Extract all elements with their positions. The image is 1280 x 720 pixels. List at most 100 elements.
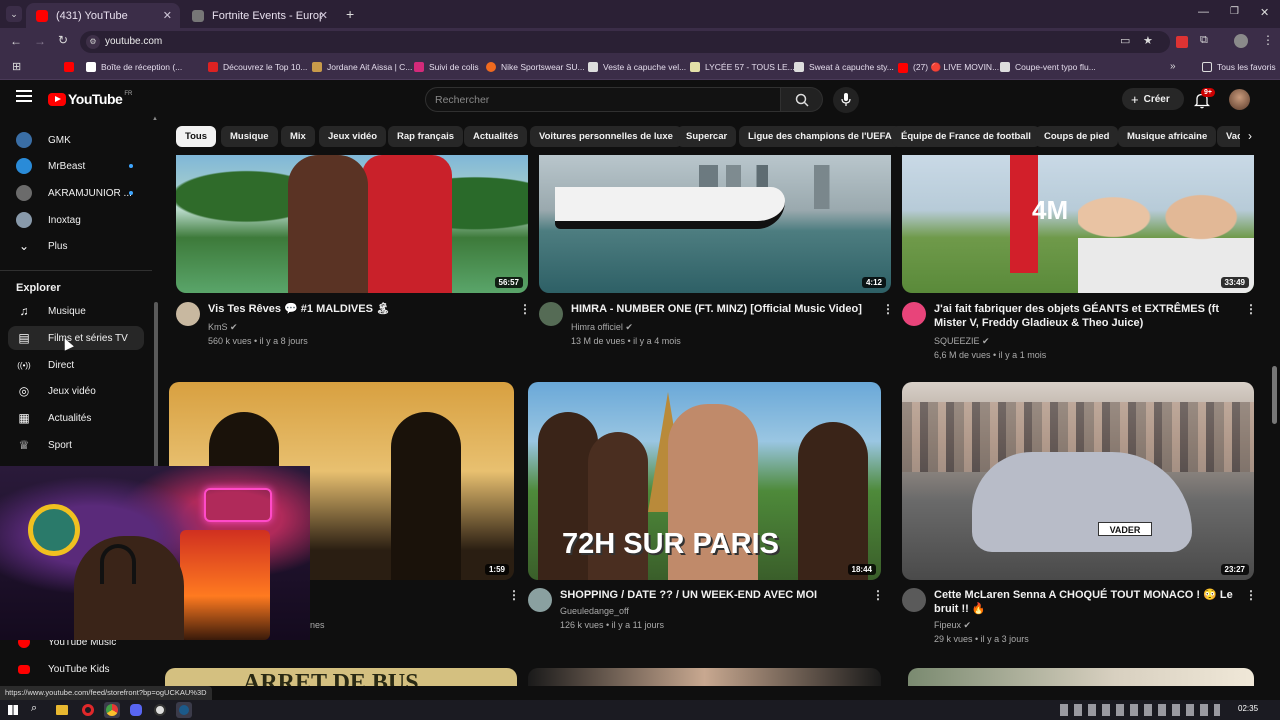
chip[interactable]: Musique	[221, 126, 278, 147]
file-explorer-icon[interactable]	[56, 705, 68, 715]
opera-icon[interactable]	[82, 704, 94, 716]
video-title[interactable]: Cette McLaren Senna A CHOQUÉ TOUT MONACO…	[934, 588, 1239, 616]
video-title[interactable]: HIMRA - NUMBER ONE (FT. MINZ) [Official …	[571, 302, 871, 316]
close-tab-icon[interactable]: ✕	[163, 9, 172, 22]
bookmark-item[interactable]: Coupe-vent typo flu...	[1000, 62, 1096, 72]
browser-menu-icon[interactable]: ⋮	[1262, 33, 1274, 47]
sidebar-item-news[interactable]: ▦ Actualités	[8, 406, 144, 430]
more-actions-icon[interactable]: ⋮	[1245, 302, 1257, 316]
sidebar-item-youtube-kids[interactable]: YouTube Kids	[8, 657, 144, 681]
channel-name[interactable]: Fipeux ✔	[934, 618, 971, 632]
chip[interactable]: Mix	[281, 126, 315, 147]
notifications-button[interactable]: 9+	[1192, 88, 1215, 110]
sidebar-item-music[interactable]: ♫ Musique	[8, 299, 144, 323]
restore-window-icon[interactable]: ❐	[1230, 6, 1239, 17]
reload-icon[interactable]: ↻	[58, 33, 68, 47]
account-avatar[interactable]	[1229, 89, 1250, 110]
chips-next-button[interactable]: ›	[1240, 126, 1260, 147]
chip[interactable]: Voitures personnelles de luxe	[530, 126, 682, 147]
chip[interactable]: Jeux vidéo	[319, 126, 387, 147]
channel-avatar[interactable]	[902, 588, 926, 612]
youtube-logo[interactable]: YouTube FR	[48, 91, 132, 107]
video-title[interactable]: SHOPPING / DATE ?? / UN WEEK-END AVEC MO…	[560, 588, 860, 602]
bookmark-item[interactable]: Jordane Ait Aissa | C...	[312, 62, 412, 72]
channel-avatar[interactable]	[176, 302, 200, 326]
search-taskbar-icon[interactable]: ⌕	[31, 702, 37, 715]
chrome-icon[interactable]	[104, 702, 120, 718]
bookmark-item[interactable]: Découvrez le Top 10...	[208, 62, 307, 72]
bookmark-item[interactable]: LYCÉE 57 - TOUS LE...	[690, 62, 795, 72]
chip[interactable]: Équipe de France de football	[892, 126, 1040, 147]
sidebar-scrollbar[interactable]	[154, 302, 158, 468]
page-scrollbar[interactable]	[1272, 366, 1277, 424]
bookmark-item[interactable]: (27) 🔴 LIVE MOVIN...	[898, 62, 999, 73]
channel-name[interactable]: KmS ✔	[208, 320, 238, 334]
video-thumbnail[interactable]: 72H SUR PARIS 18:44	[528, 382, 881, 580]
chip-all[interactable]: Tous	[176, 126, 216, 147]
sidebar-subscription[interactable]: MrBeast	[8, 154, 144, 178]
sidebar-show-more[interactable]: ⌄ Plus	[8, 234, 144, 258]
extension-icon[interactable]	[1176, 36, 1188, 48]
tab-fortnite[interactable]: Fortnite Events - Europe - Comp ✕	[182, 3, 336, 28]
new-tab-icon[interactable]: +	[346, 6, 354, 22]
voice-search-button[interactable]	[833, 87, 859, 113]
windows-start-icon[interactable]	[8, 705, 18, 715]
bookmark-star-icon[interactable]: ★	[1143, 34, 1153, 47]
more-bookmarks-icon[interactable]: »	[1170, 61, 1176, 72]
all-bookmarks-folder[interactable]: Tous les favoris	[1202, 62, 1276, 72]
search-input[interactable]: Rechercher	[425, 87, 781, 112]
channel-name[interactable]: SQUEEZIE ✔	[934, 334, 990, 348]
video-thumbnail[interactable]: 56:57	[176, 155, 528, 293]
video-thumbnail[interactable]: 4M 33:49	[902, 155, 1254, 293]
tab-search-button[interactable]: ⌄	[6, 6, 22, 22]
video-thumbnail[interactable]: VADER 23:27	[902, 382, 1254, 580]
more-actions-icon[interactable]: ⋮	[519, 302, 531, 316]
apps-grid-icon[interactable]: ⊞	[12, 60, 21, 73]
bookmark-item[interactable]: Veste à capuche vel...	[588, 62, 686, 72]
channel-avatar[interactable]	[902, 302, 926, 326]
bookmark-item[interactable]: Suivi de colis	[414, 62, 479, 72]
sidebar-subscription[interactable]: GMK	[8, 128, 144, 152]
channel-name[interactable]: Himra officiel ✔	[571, 320, 633, 334]
video-thumbnail[interactable]: 4:12	[539, 155, 891, 293]
close-window-icon[interactable]: ✕	[1260, 6, 1269, 19]
bookmark-item[interactable]: Nike Sportswear SU...	[486, 62, 585, 72]
sidebar-scroll-up-icon[interactable]: ▲	[152, 116, 158, 122]
tab-youtube[interactable]: (431) YouTube ✕	[26, 3, 180, 28]
channel-name[interactable]: Gueuledange_off	[560, 604, 629, 618]
bookmark-item[interactable]: Boîte de réception (...	[86, 62, 182, 72]
chip[interactable]: Supercar	[677, 126, 737, 147]
chip[interactable]: Actualités	[464, 126, 528, 147]
site-info-icon[interactable]: ⚙	[86, 35, 100, 49]
close-tab-icon[interactable]: ✕	[319, 9, 328, 22]
chip[interactable]: Ligue des champions de l'UEFA	[739, 126, 901, 147]
more-actions-icon[interactable]: ⋮	[872, 588, 884, 602]
sidebar-item-movies[interactable]: ▤ Films et séries TV	[8, 326, 144, 350]
sidebar-item-live[interactable]: ((•)) Direct	[8, 353, 144, 377]
more-actions-icon[interactable]: ⋮	[1245, 588, 1257, 602]
channel-avatar[interactable]	[539, 302, 563, 326]
sidebar-item-sport[interactable]: ♕ Sport	[8, 433, 144, 457]
sidebar-subscription[interactable]: AKRAMJUNIOR ...	[8, 181, 144, 205]
create-button[interactable]: + Créer	[1122, 88, 1184, 110]
video-thumbnail[interactable]	[908, 668, 1254, 686]
forward-icon[interactable]: →	[34, 34, 46, 48]
address-bar[interactable]: ⚙ youtube.com ▭ ★	[80, 31, 1170, 53]
sidebar-item-gaming[interactable]: ◎ Jeux vidéo	[8, 379, 144, 403]
more-actions-icon[interactable]: ⋮	[882, 302, 894, 316]
extensions-puzzle-icon[interactable]: ⧉	[1200, 34, 1208, 47]
bookmark-youtube-icon[interactable]	[64, 62, 79, 72]
chip[interactable]: Coups de pied	[1035, 126, 1119, 147]
cast-icon[interactable]: ▭	[1120, 34, 1130, 47]
bookmark-item[interactable]: Sweat à capuche sty...	[794, 62, 894, 72]
video-title[interactable]: J'ai fait fabriquer des objets GÉANTS et…	[934, 302, 1239, 330]
video-thumbnail[interactable]	[528, 668, 881, 686]
hamburger-menu-icon[interactable]	[16, 90, 32, 102]
channel-avatar[interactable]	[528, 588, 552, 612]
more-actions-icon[interactable]: ⋮	[508, 588, 520, 602]
video-title[interactable]: Vis Tes Rêves 💬 #1 MALDIVES 🏝	[208, 302, 508, 316]
steam-icon[interactable]	[176, 702, 192, 718]
chip[interactable]: Musique africaine	[1118, 126, 1217, 147]
back-icon[interactable]: ←	[10, 34, 22, 48]
chip[interactable]: Rap français	[388, 126, 464, 147]
